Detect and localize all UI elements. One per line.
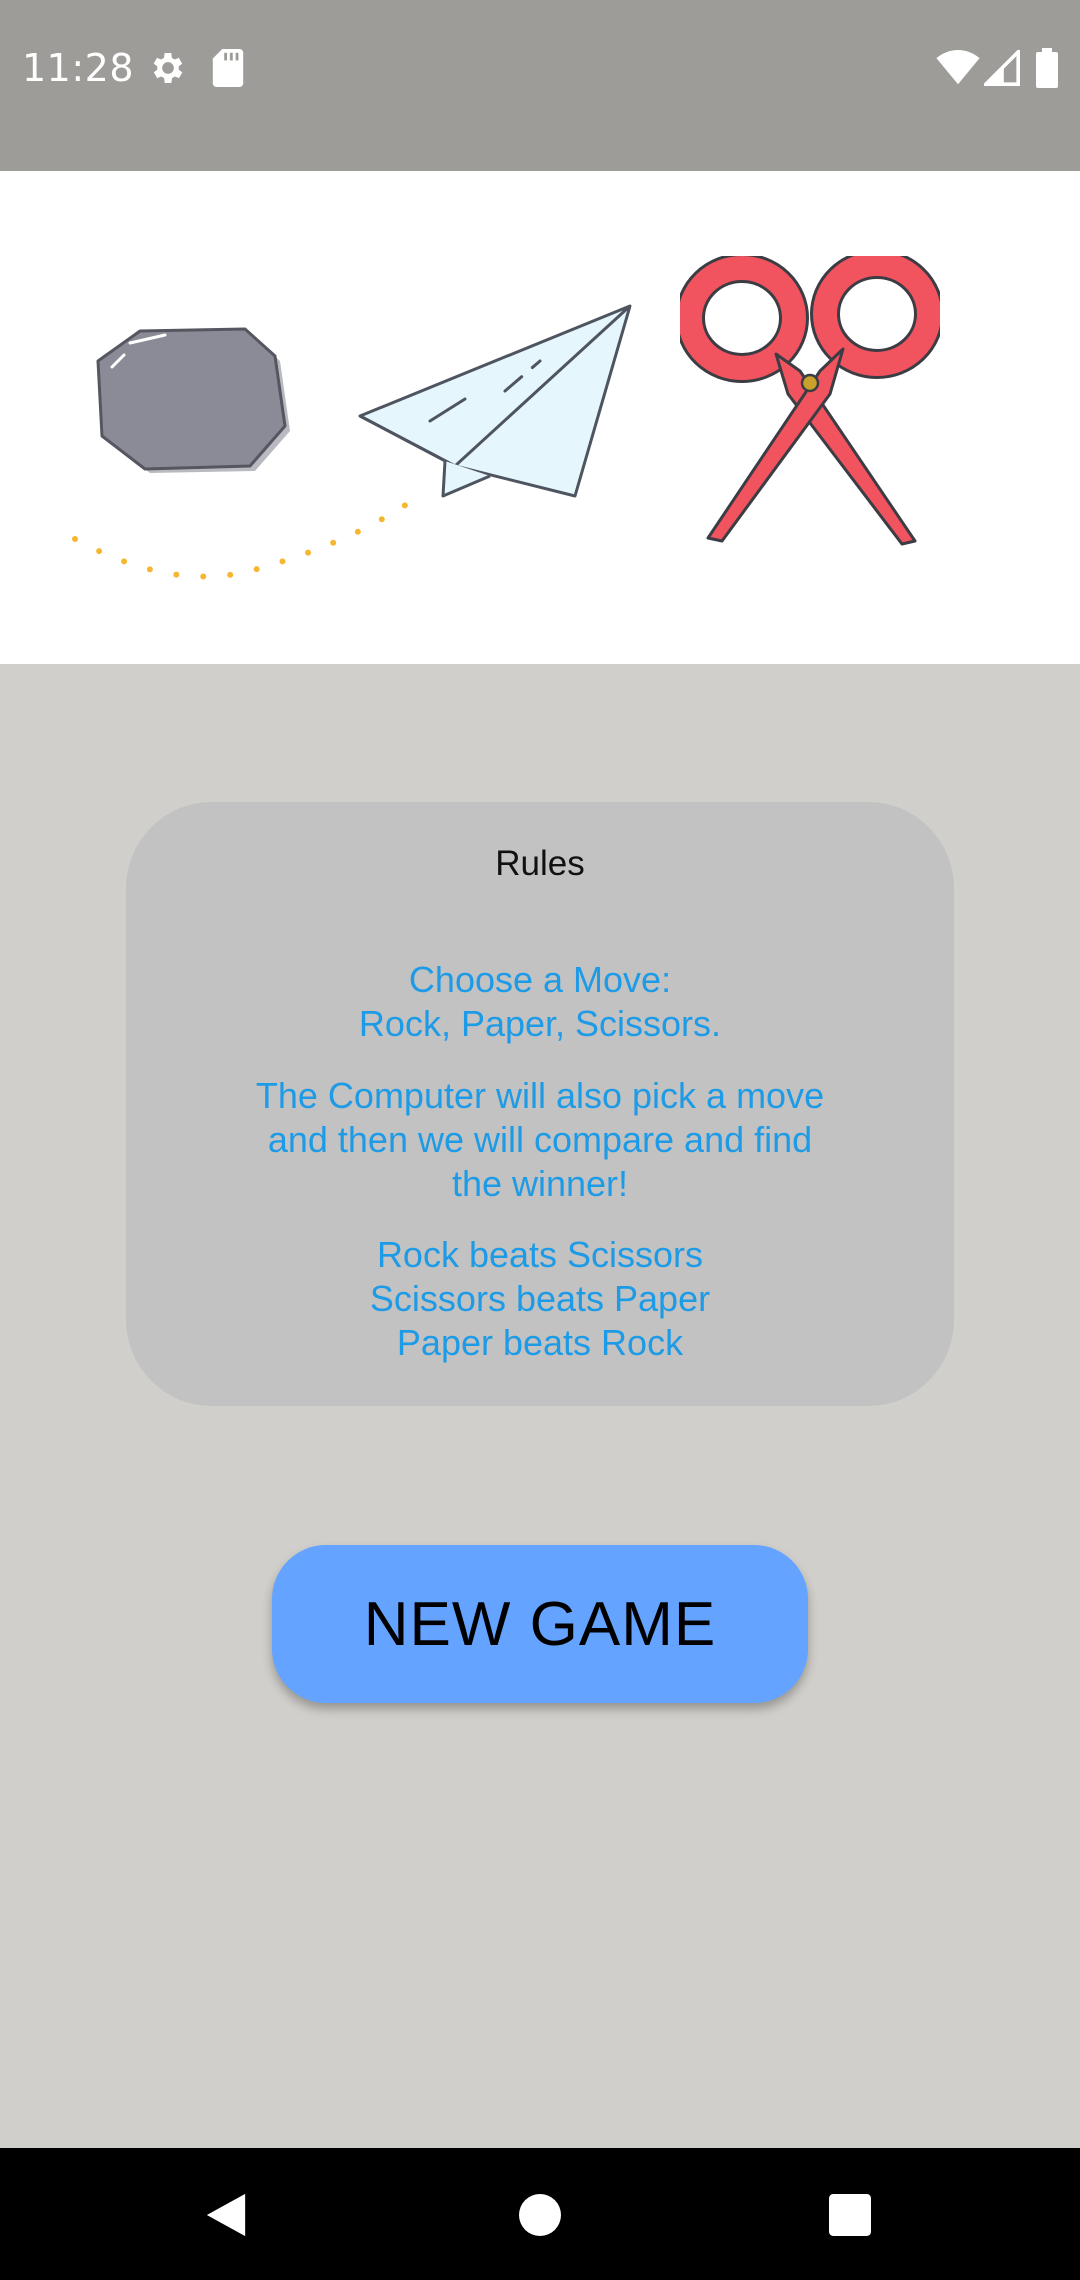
navigation-bar (0, 2148, 1080, 2280)
battery-icon (1036, 48, 1058, 88)
status-bar: 11:28 (0, 0, 1080, 171)
rules-choose-move-text: Choose a Move: Rock, Paper, Scissors. (358, 959, 722, 1044)
new-game-button[interactable]: NEW GAME (272, 1545, 808, 1703)
rules-computer-move-text: The Computer will also pick a move and t… (255, 1075, 825, 1204)
home-icon[interactable] (519, 2194, 561, 2236)
paper-airplane-icon (358, 304, 632, 498)
rules-beats-text: Rock beats Scissors Scissors beats Paper… (369, 1234, 711, 1363)
back-icon[interactable] (204, 2192, 248, 2238)
rock-icon (96, 327, 290, 473)
scissors-icon (680, 256, 940, 546)
recents-icon[interactable] (829, 2194, 871, 2236)
gear-icon (153, 53, 183, 83)
sd-card-icon (212, 49, 244, 87)
hero-banner (0, 171, 1080, 664)
signal-icon (984, 50, 1020, 86)
rules-title: Rules (495, 844, 585, 883)
wifi-icon (936, 50, 980, 85)
rules-card: Rules Choose a Move: Rock, Paper, Scisso… (126, 802, 954, 1406)
status-time: 11:28 (22, 46, 135, 90)
